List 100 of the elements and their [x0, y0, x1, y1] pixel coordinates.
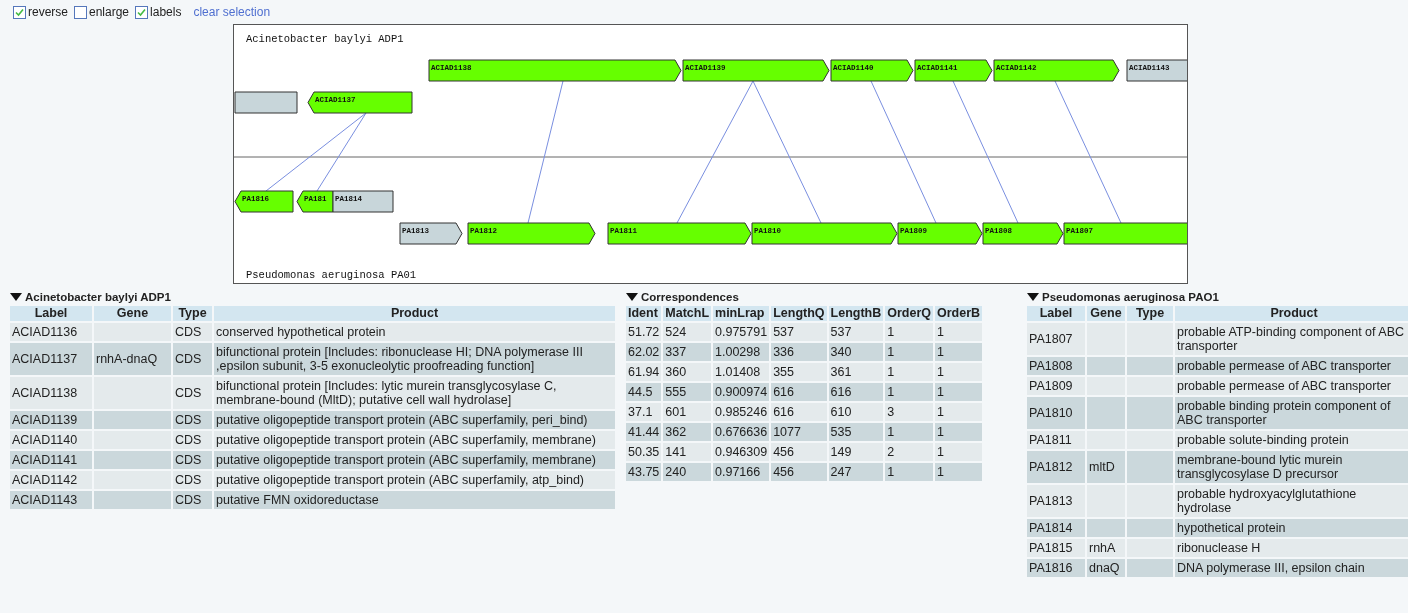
table-cell: rnhA-dnaQ — [94, 343, 171, 375]
table-cell: 0.676636 — [713, 423, 770, 441]
table-cell: 360 — [663, 363, 712, 381]
table-cell: 62.02 — [626, 343, 662, 361]
table-cell — [1087, 397, 1125, 429]
table-cell: 0.946309 — [713, 443, 770, 461]
table-cell — [1127, 451, 1173, 483]
table-cell: PA1812 — [1027, 451, 1085, 483]
table-cell: 44.5 — [626, 383, 662, 401]
table-cell: 149 — [828, 443, 884, 461]
table-cell: putative oligopeptide transport protein (ABC superfamily, atp_bind) — [214, 471, 615, 489]
gene-arrow[interactable] — [296, 190, 334, 213]
table-cell: PA1810 — [1027, 397, 1085, 429]
checkbox[interactable] — [13, 5, 26, 19]
table-cell: probable ATP-binding component of ABC transporter — [1175, 323, 1408, 355]
gene-arrow[interactable] — [914, 59, 993, 82]
table-cell: 616 — [771, 383, 827, 401]
column-header: minLrap — [713, 306, 770, 321]
table-cell: ACIAD1136 — [10, 323, 92, 341]
table-cell: 1 — [935, 363, 983, 381]
table-cell: 1077 — [771, 423, 827, 441]
table-cell: 362 — [663, 423, 712, 441]
table-cell: CDS — [173, 451, 212, 469]
table-cell: PA1808 — [1027, 357, 1085, 375]
table-cell: 355 — [771, 363, 827, 381]
gene-arrow[interactable] — [234, 190, 294, 213]
table-cell: mltD — [1087, 451, 1125, 483]
column-header: Type — [1127, 306, 1173, 321]
table-cell: CDS — [173, 471, 212, 489]
table-cell: 610 — [828, 403, 884, 421]
table-cell: 0.985246 — [713, 403, 770, 421]
table-cell: ribonuclease H — [1175, 539, 1408, 557]
table-cell: 50.35 — [626, 443, 662, 461]
column-header: OrderQ — [885, 306, 933, 321]
gene-arrow[interactable] — [897, 222, 983, 245]
table-cell: rnhA — [1087, 539, 1125, 557]
table-cell: 537 — [771, 323, 827, 341]
column-header: LengthB — [828, 306, 884, 321]
gene-arrow[interactable] — [982, 222, 1064, 245]
table-cell: 1.00298 — [713, 343, 770, 361]
table-cell: 141 — [663, 443, 712, 461]
table-cell — [1127, 559, 1173, 577]
checkbox[interactable] — [74, 5, 87, 19]
table-cell: CDS — [173, 323, 212, 341]
table-cell: 361 — [828, 363, 884, 381]
table-cell: 524 — [663, 323, 712, 341]
collapse-triangle-icon[interactable] — [10, 293, 22, 301]
column-header: Product — [214, 306, 615, 321]
checkbox-label: reverse — [28, 5, 68, 19]
table-cell: PA1816 — [1027, 559, 1085, 577]
table-cell: 41.44 — [626, 423, 662, 441]
table-cell — [1127, 357, 1173, 375]
clear-selection-link[interactable]: clear selection — [193, 5, 271, 19]
collapse-triangle-icon[interactable] — [626, 293, 638, 301]
table-cell: 37.1 — [626, 403, 662, 421]
gene-arrow[interactable] — [830, 59, 914, 82]
table-cell: ACIAD1140 — [10, 431, 92, 449]
table-cell: PA1807 — [1027, 323, 1085, 355]
table-cell: 1 — [935, 343, 983, 361]
column-header: OrderB — [935, 306, 983, 321]
checkbox-label: enlarge — [89, 5, 130, 19]
collapse-triangle-icon[interactable] — [1027, 293, 1039, 301]
table-cell: hypothetical protein — [1175, 519, 1408, 537]
section-title: Correspondences — [641, 291, 739, 303]
table-cell: ACIAD1143 — [10, 491, 92, 509]
column-header: Gene — [1087, 306, 1125, 321]
column-header: Product — [1175, 306, 1408, 321]
table-cell: ACIAD1142 — [10, 471, 92, 489]
table-cell: 1 — [935, 463, 983, 481]
table-cell: 535 — [828, 423, 884, 441]
table-cell: 0.975791 — [713, 323, 770, 341]
table-cell: probable permease of ABC transporter — [1175, 377, 1408, 395]
gene-block[interactable] — [1126, 59, 1187, 82]
table-cell: probable solute-binding protein — [1175, 431, 1408, 449]
checkbox-label: labels — [150, 5, 182, 19]
table-cell: 0.900974 — [713, 383, 770, 401]
table-cell: PA1811 — [1027, 431, 1085, 449]
table-cell: putative oligopeptide transport protein (ABC superfamily, peri_bind) — [214, 411, 615, 429]
table-cell: 1.01408 — [713, 363, 770, 381]
table-cell: ACIAD1137 — [10, 343, 92, 375]
table-cell: 340 — [828, 343, 884, 361]
column-header: Label — [1027, 306, 1085, 321]
table-cell: 1 — [885, 323, 933, 341]
table-cell — [1127, 519, 1173, 537]
table-cell: 336 — [771, 343, 827, 361]
table-cell: 601 — [663, 403, 712, 421]
table-cell — [1087, 519, 1125, 537]
column-header: LengthQ — [771, 306, 827, 321]
genome-title: Pseudomonas aeruginosa PA01 — [246, 269, 417, 281]
gene-block[interactable] — [332, 190, 394, 213]
table-cell: PA1809 — [1027, 377, 1085, 395]
table-cell: 1 — [935, 423, 983, 441]
table-cell: 2 — [885, 443, 933, 461]
table-cell: PA1814 — [1027, 519, 1085, 537]
table-cell: 1 — [885, 423, 933, 441]
table-cell: ACIAD1141 — [10, 451, 92, 469]
table-cell: 247 — [828, 463, 884, 481]
table-cell: 555 — [663, 383, 712, 401]
checkbox[interactable] — [135, 5, 149, 19]
gene-arrow[interactable] — [399, 222, 463, 245]
